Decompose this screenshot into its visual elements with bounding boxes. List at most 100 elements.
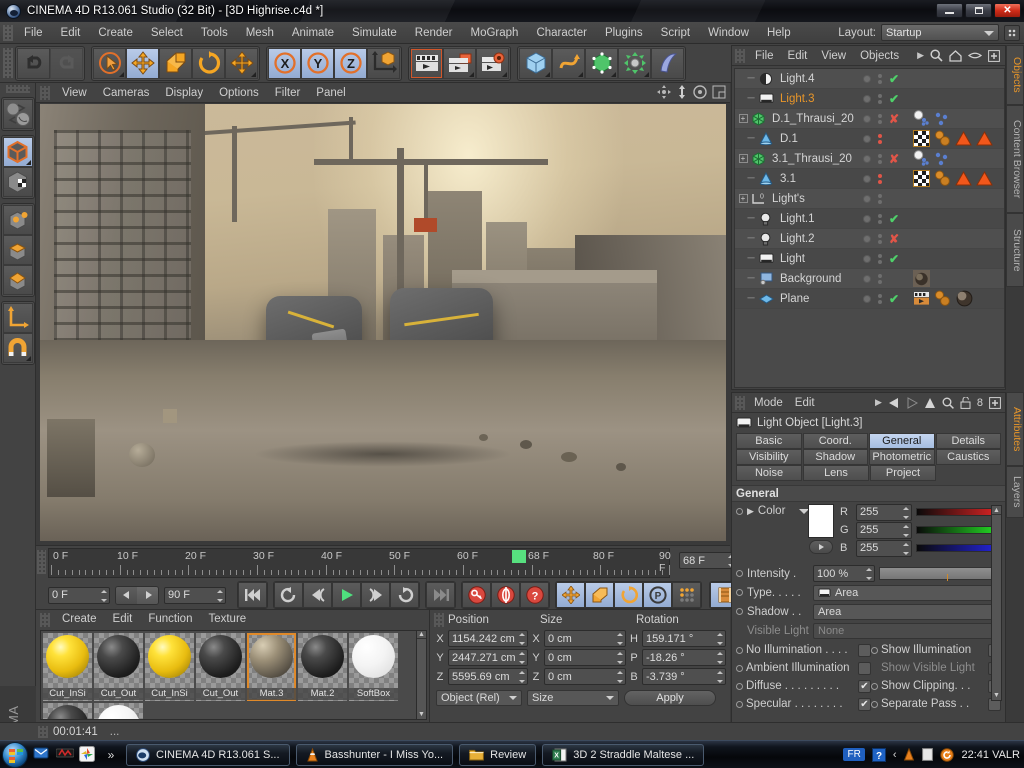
spinner-icon[interactable] [865, 568, 872, 580]
taskbar-item-3d-straddle[interactable]: X 3D 2 Straddle Maltese ... [542, 743, 705, 766]
render-view-button[interactable] [410, 47, 443, 79]
channel-b-field[interactable]: 255 [856, 539, 912, 557]
timeline-start-field[interactable]: 0 F [48, 586, 110, 604]
object-row[interactable]: ─ Light.4 ✔ [735, 69, 1004, 89]
mail-icon[interactable] [33, 746, 51, 764]
visibility-dot-column[interactable] [878, 193, 882, 204]
vlc-tray-icon[interactable] [903, 748, 915, 761]
expand-toggle-icon[interactable]: + [735, 153, 751, 164]
visibility-dot-column[interactable] [878, 213, 882, 224]
select-tool-button[interactable] [93, 47, 126, 79]
white-sphere-icon[interactable] [913, 110, 930, 127]
material-menu-function[interactable]: Function [140, 610, 200, 629]
checkbox-toggle[interactable]: ✔ [858, 679, 871, 693]
timeline-playhead[interactable] [512, 550, 526, 563]
material-item[interactable] [43, 703, 92, 719]
menu-plugins[interactable]: Plugins [596, 22, 652, 44]
menu-simulate[interactable]: Simulate [343, 22, 406, 44]
home-icon[interactable] [949, 49, 962, 62]
layout-grid-icon[interactable] [1004, 24, 1020, 41]
world-coordinates-button[interactable] [367, 47, 400, 79]
timeline-grip[interactable] [37, 550, 46, 574]
menu-window[interactable]: Window [699, 22, 758, 44]
attr-menu-mode[interactable]: Mode [748, 393, 789, 413]
spinner-icon[interactable] [902, 524, 909, 537]
forward-arrow-icon[interactable] [906, 396, 918, 409]
tab-content-browser[interactable]: Content Browser [1006, 105, 1024, 213]
visibility-dot-column[interactable] [878, 173, 882, 184]
material-menu-texture[interactable]: Texture [200, 610, 254, 629]
render-settings-button[interactable] [476, 47, 509, 79]
attribute-tab-caustics[interactable]: Caustics [935, 449, 1001, 465]
spinner-icon[interactable] [100, 589, 107, 602]
rotation-field[interactable]: 159.171 ° [642, 630, 726, 647]
spinner-icon[interactable] [518, 652, 525, 664]
visibility-dot-column[interactable] [878, 153, 882, 164]
enable-dot-icon[interactable] [863, 274, 871, 283]
tab-objects[interactable]: Objects [1006, 45, 1024, 105]
visibility-dots[interactable] [863, 193, 882, 204]
spline-button[interactable] [552, 47, 585, 79]
search-icon[interactable] [930, 49, 943, 62]
status-grip[interactable] [38, 725, 48, 738]
toolbar-grip[interactable] [3, 48, 13, 78]
tab-layers[interactable]: Layers [1006, 466, 1024, 518]
menu-render[interactable]: Render [406, 22, 462, 44]
taskbar-clock[interactable]: 22:41 VALR [961, 749, 1020, 761]
spinner-icon[interactable] [216, 589, 223, 602]
visibility-dot-column[interactable] [878, 253, 882, 264]
music-icon[interactable] [56, 746, 74, 764]
point-level-key-button[interactable] [672, 582, 701, 608]
attribute-tab-basic[interactable]: Basic [736, 433, 802, 449]
redo-button[interactable] [50, 47, 83, 79]
attribute-tab-shadow[interactable]: Shadow [802, 449, 868, 465]
spinner-icon[interactable] [902, 506, 909, 519]
rotate-tool-button[interactable] [192, 47, 225, 79]
material-menu-grip[interactable] [40, 612, 50, 627]
checkbox-toggle[interactable]: ✔ [858, 697, 871, 711]
object-row[interactable]: ─ Light.2 ✘ [735, 229, 1004, 249]
add-icon[interactable] [989, 396, 1001, 409]
coordinate-grip[interactable] [434, 612, 444, 627]
enable-dot-icon[interactable] [863, 74, 871, 83]
visibility-dots[interactable] [863, 173, 882, 184]
visible-check-icon[interactable]: ✔ [889, 252, 899, 266]
blue-dots-icon[interactable] [934, 111, 949, 126]
magnet-snap-button[interactable] [2, 333, 33, 363]
z-axis-lock-button[interactable]: Z [334, 47, 367, 79]
rotation-field[interactable]: -18.26 ° [642, 649, 726, 666]
material-grid[interactable]: Cut_InSi Cut_Out Cut_InSi Cut_Out Mat.3 Mat.2… [40, 630, 420, 720]
undo-button[interactable] [17, 47, 50, 79]
channel-gradient[interactable] [916, 508, 994, 516]
menu-file[interactable]: File [15, 22, 52, 44]
objmgr-menu-objects[interactable]: Objects [853, 46, 906, 66]
enable-dot-icon[interactable] [863, 174, 871, 183]
channel-r-field[interactable]: 255 [856, 503, 912, 521]
spinner-icon[interactable] [716, 633, 723, 645]
visibility-dot-column[interactable] [878, 133, 882, 144]
attribute-tab-project[interactable]: Project [870, 465, 936, 481]
blue-dots-icon[interactable] [934, 151, 949, 166]
timeline-end-field[interactable]: 90 F [164, 586, 226, 604]
viewport-menu-display[interactable]: Display [157, 83, 211, 103]
object-row[interactable]: + D.1_Thrausi_20 ✘ [735, 109, 1004, 129]
x-axis-lock-button[interactable]: X [268, 47, 301, 79]
minimize-button[interactable] [936, 3, 963, 18]
film-tag[interactable] [913, 291, 930, 306]
attr-menu-edit[interactable]: Edit [789, 393, 821, 413]
material-menu-create[interactable]: Create [54, 610, 105, 629]
material-item[interactable]: Cut_Out [196, 633, 245, 701]
scale-tool-button[interactable] [159, 47, 192, 79]
white-sphere-icon[interactable] [913, 150, 930, 167]
object-row[interactable]: ─ Light.1 ✔ [735, 209, 1004, 229]
viewport-menu-panel[interactable]: Panel [308, 83, 353, 103]
size-field[interactable]: 0 cm [544, 630, 626, 647]
object-row[interactable]: ─ 3.1 [735, 169, 1004, 189]
current-frame-field[interactable]: 68 F [679, 552, 737, 569]
color-expand-button[interactable] [809, 540, 833, 554]
material-item[interactable]: Mat.3 [247, 633, 296, 701]
material-scrollbar[interactable]: ▲ ▼ [416, 630, 427, 720]
autokey-button[interactable] [491, 582, 520, 608]
enable-dot-icon[interactable] [863, 234, 871, 243]
play-reverse-loop-button[interactable] [274, 582, 303, 608]
